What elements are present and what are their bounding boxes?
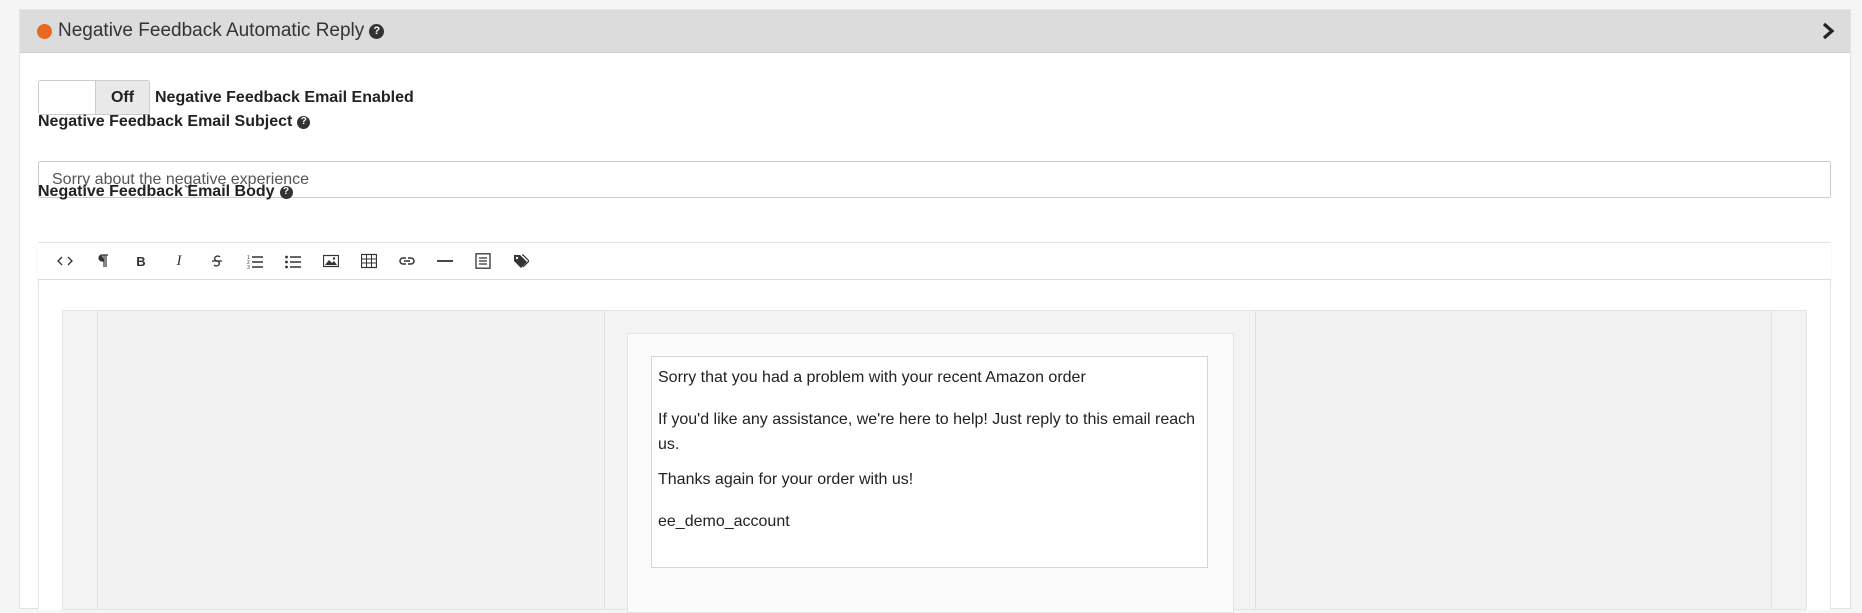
message-line: Sorry that you had a problem with your r…	[658, 369, 1086, 386]
subject-label: Negative Feedback Email Subject	[38, 113, 293, 130]
horizontal-rule-icon[interactable]	[426, 246, 464, 276]
body-label: Negative Feedback Email Body	[38, 183, 275, 200]
help-icon[interactable]: ?	[279, 185, 293, 199]
message-line: If you'd like any assistance, we're here…	[658, 411, 1196, 453]
link-icon[interactable]	[388, 246, 426, 276]
help-icon[interactable]: ?	[297, 115, 311, 129]
toggle-knob	[39, 81, 95, 114]
italic-icon[interactable]: I	[160, 246, 198, 276]
svg-text:3: 3	[247, 265, 250, 269]
panel-header[interactable]: Negative Feedback Automatic Reply ?	[20, 10, 1850, 53]
ordered-list-icon[interactable]: 123	[236, 246, 274, 276]
message-line: Thanks again for your order with us!	[658, 471, 914, 488]
negative-feedback-panel: Negative Feedback Automatic Reply ? Off …	[19, 9, 1851, 613]
chevron-right-icon[interactable]	[1818, 21, 1838, 41]
status-dot	[37, 23, 52, 39]
paragraph-icon[interactable]	[84, 246, 122, 276]
unordered-list-icon[interactable]	[274, 246, 312, 276]
email-enabled-row: Off Negative Feedback Email Enabled	[38, 80, 414, 115]
toggle-state: Off	[95, 81, 149, 114]
email-content-area: Sorry that you had a problem with your r…	[627, 333, 1234, 613]
email-message[interactable]: Sorry that you had a problem with your r…	[651, 356, 1208, 568]
strikethrough-icon[interactable]	[198, 246, 236, 276]
align-icon[interactable]	[464, 246, 502, 276]
table-icon[interactable]	[350, 246, 388, 276]
email-column: Sorry that you had a problem with your r…	[604, 311, 1256, 613]
email-canvas: Sorry that you had a problem with your r…	[62, 310, 1807, 613]
subject-input[interactable]: Sorry about the negative experience	[38, 161, 1831, 198]
message-signature: ee_demo_account	[658, 513, 790, 530]
editor-toolbar: B I 123	[38, 242, 1831, 280]
canvas-right-rail	[1771, 311, 1806, 609]
email-enabled-toggle[interactable]: Off	[38, 80, 150, 115]
tags-icon[interactable]	[502, 246, 540, 276]
body-label-row: Negative Feedback Email Body ?	[38, 183, 293, 201]
email-body-editor[interactable]: Sorry that you had a problem with your r…	[38, 280, 1831, 613]
help-icon[interactable]: ?	[369, 23, 385, 39]
html-icon[interactable]	[46, 246, 84, 276]
subject-label-row: Negative Feedback Email Subject ?	[38, 113, 311, 131]
panel-title: Negative Feedback Automatic Reply	[58, 20, 365, 41]
email-enabled-label: Negative Feedback Email Enabled	[155, 88, 414, 106]
bold-icon[interactable]: B	[122, 246, 160, 276]
canvas-left-rail	[63, 311, 98, 609]
image-icon[interactable]	[312, 246, 350, 276]
